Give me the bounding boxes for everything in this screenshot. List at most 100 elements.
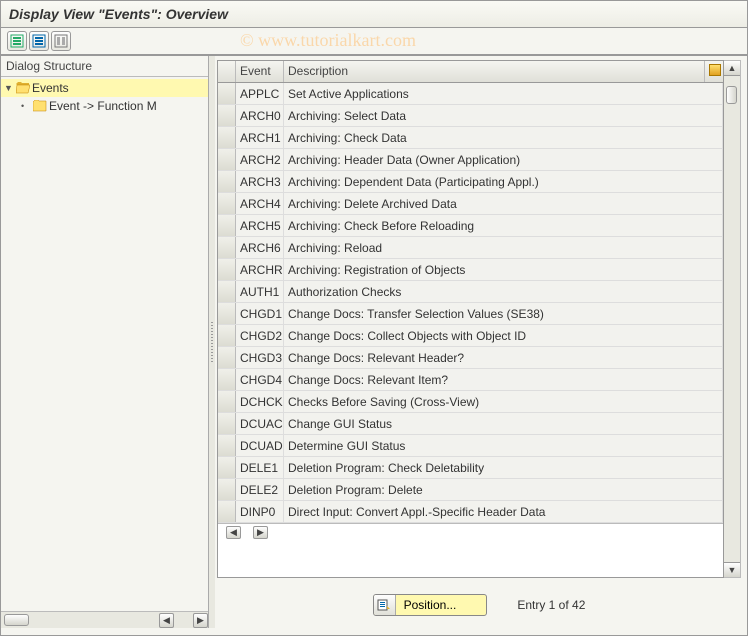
- row-selector[interactable]: [218, 303, 236, 324]
- cell-event: CHGD4: [236, 369, 284, 390]
- table-row[interactable]: DINP0Direct Input: Convert Appl.-Specifi…: [218, 501, 723, 523]
- row-selector[interactable]: [218, 457, 236, 478]
- row-selector[interactable]: [218, 435, 236, 456]
- row-selector[interactable]: [218, 281, 236, 302]
- table-row[interactable]: ARCH5Archiving: Check Before Reloading: [218, 215, 723, 237]
- row-selector[interactable]: [218, 479, 236, 500]
- cell-description: Change Docs: Relevant Item?: [284, 369, 723, 390]
- row-selector[interactable]: [218, 347, 236, 368]
- table-row[interactable]: ARCH3Archiving: Dependent Data (Particip…: [218, 171, 723, 193]
- row-selector[interactable]: [218, 149, 236, 170]
- tree-label: Event -> Function M: [49, 99, 157, 113]
- cell-event: DCHCK: [236, 391, 284, 412]
- row-selector[interactable]: [218, 193, 236, 214]
- cell-description: Deletion Program: Check Deletability: [284, 457, 723, 478]
- cell-description: Archiving: Reload: [284, 237, 723, 258]
- table-row[interactable]: CHGD2Change Docs: Collect Objects with O…: [218, 325, 723, 347]
- table-body: APPLCSet Active ApplicationsARCH0Archivi…: [218, 83, 723, 523]
- table-row[interactable]: AUTH1Authorization Checks: [218, 281, 723, 303]
- table-row[interactable]: CHGD1Change Docs: Transfer Selection Val…: [218, 303, 723, 325]
- row-selector[interactable]: [218, 105, 236, 126]
- table-row[interactable]: ARCHRArchiving: Registration of Objects: [218, 259, 723, 281]
- tree-toggle-icon[interactable]: ▼: [4, 83, 14, 93]
- sidebar-horizontal-scrollbar[interactable]: ◀ ▶: [1, 611, 208, 628]
- position-button[interactable]: Position...: [373, 594, 488, 616]
- collapse-all-button[interactable]: [29, 31, 49, 51]
- scroll-right-icon[interactable]: ▶: [253, 526, 268, 539]
- cell-description: Archiving: Dependent Data (Participating…: [284, 171, 723, 192]
- sidebar-header: Dialog Structure: [1, 56, 208, 77]
- cell-event: ARCHR: [236, 259, 284, 280]
- row-selector[interactable]: [218, 325, 236, 346]
- table-row[interactable]: CHGD4Change Docs: Relevant Item?: [218, 369, 723, 391]
- main-area: Dialog Structure ▼ Events • Event -> Fun…: [1, 56, 747, 628]
- row-selector[interactable]: [218, 259, 236, 280]
- table-row[interactable]: DCHCKChecks Before Saving (Cross-View): [218, 391, 723, 413]
- column-header-event[interactable]: Event: [236, 61, 284, 82]
- cell-event: ARCH2: [236, 149, 284, 170]
- row-selector[interactable]: [218, 369, 236, 390]
- table-row[interactable]: ARCH4Archiving: Delete Archived Data: [218, 193, 723, 215]
- table-row[interactable]: ARCH6Archiving: Reload: [218, 237, 723, 259]
- row-selector[interactable]: [218, 391, 236, 412]
- scrollbar-thumb[interactable]: [726, 86, 737, 104]
- scroll-left-icon[interactable]: ◀: [159, 613, 174, 628]
- position-icon: [374, 595, 396, 615]
- cell-description: Direct Input: Convert Appl.-Specific Hea…: [284, 501, 723, 522]
- row-selector[interactable]: [218, 83, 236, 104]
- row-selector[interactable]: [218, 215, 236, 236]
- expand-all-button[interactable]: [7, 31, 27, 51]
- entry-status: Entry 1 of 42: [517, 598, 585, 612]
- row-selector[interactable]: [218, 127, 236, 148]
- cell-event: ARCH1: [236, 127, 284, 148]
- column-header-description[interactable]: Description: [284, 61, 705, 82]
- table-vertical-scrollbar[interactable]: ▲ ▼: [724, 60, 741, 578]
- table-row[interactable]: ARCH2Archiving: Header Data (Owner Appli…: [218, 149, 723, 171]
- scrollbar-track[interactable]: [724, 76, 740, 562]
- content-area: Event Description APPLCSet Active Applic…: [215, 56, 747, 628]
- cell-description: Archiving: Check Data: [284, 127, 723, 148]
- dialog-structure-panel: Dialog Structure ▼ Events • Event -> Fun…: [1, 56, 209, 628]
- cell-description: Authorization Checks: [284, 281, 723, 302]
- tree-item-events[interactable]: ▼ Events: [1, 79, 208, 97]
- table-row[interactable]: DCUADDetermine GUI Status: [218, 435, 723, 457]
- page-title: Display View "Events": Overview: [1, 1, 747, 28]
- scrollbar-thumb[interactable]: [4, 614, 29, 626]
- table-header-row: Event Description: [218, 61, 723, 83]
- cell-description: Deletion Program: Delete: [284, 479, 723, 500]
- table-row[interactable]: DCUACChange GUI Status: [218, 413, 723, 435]
- cell-event: APPLC: [236, 83, 284, 104]
- toolbar: [1, 28, 747, 56]
- cell-event: ARCH5: [236, 215, 284, 236]
- table-horizontal-scrollbar[interactable]: ◀ ▶: [218, 523, 723, 540]
- table-settings-button[interactable]: [705, 61, 723, 82]
- table-row[interactable]: CHGD3Change Docs: Relevant Header?: [218, 347, 723, 369]
- row-selector[interactable]: [218, 413, 236, 434]
- cell-event: CHGD3: [236, 347, 284, 368]
- select-columns-button[interactable]: [51, 31, 71, 51]
- tree-bullet-icon: •: [21, 101, 31, 111]
- cell-description: Archiving: Delete Archived Data: [284, 193, 723, 214]
- dialog-structure-tree[interactable]: ▼ Events • Event -> Function M: [1, 77, 208, 611]
- table-row[interactable]: ARCH1Archiving: Check Data: [218, 127, 723, 149]
- cell-event: DELE2: [236, 479, 284, 500]
- position-button-label: Position...: [404, 598, 457, 612]
- row-selector[interactable]: [218, 171, 236, 192]
- column-selector[interactable]: [218, 61, 236, 82]
- table-settings-icon: [709, 64, 721, 76]
- row-selector[interactable]: [218, 237, 236, 258]
- scroll-left-icon[interactable]: ◀: [226, 526, 241, 539]
- scroll-down-icon[interactable]: ▼: [724, 562, 740, 577]
- tree-label: Events: [32, 81, 69, 95]
- table-row[interactable]: DELE1Deletion Program: Check Deletabilit…: [218, 457, 723, 479]
- cell-event: ARCH6: [236, 237, 284, 258]
- scroll-right-icon[interactable]: ▶: [193, 613, 208, 628]
- table-row[interactable]: APPLCSet Active Applications: [218, 83, 723, 105]
- row-selector[interactable]: [218, 501, 236, 522]
- tree-item-event-function[interactable]: • Event -> Function M: [1, 97, 208, 115]
- cell-event: AUTH1: [236, 281, 284, 302]
- table-row[interactable]: ARCH0Archiving: Select Data: [218, 105, 723, 127]
- scroll-up-icon[interactable]: ▲: [724, 61, 740, 76]
- table-row[interactable]: DELE2Deletion Program: Delete: [218, 479, 723, 501]
- cell-event: DELE1: [236, 457, 284, 478]
